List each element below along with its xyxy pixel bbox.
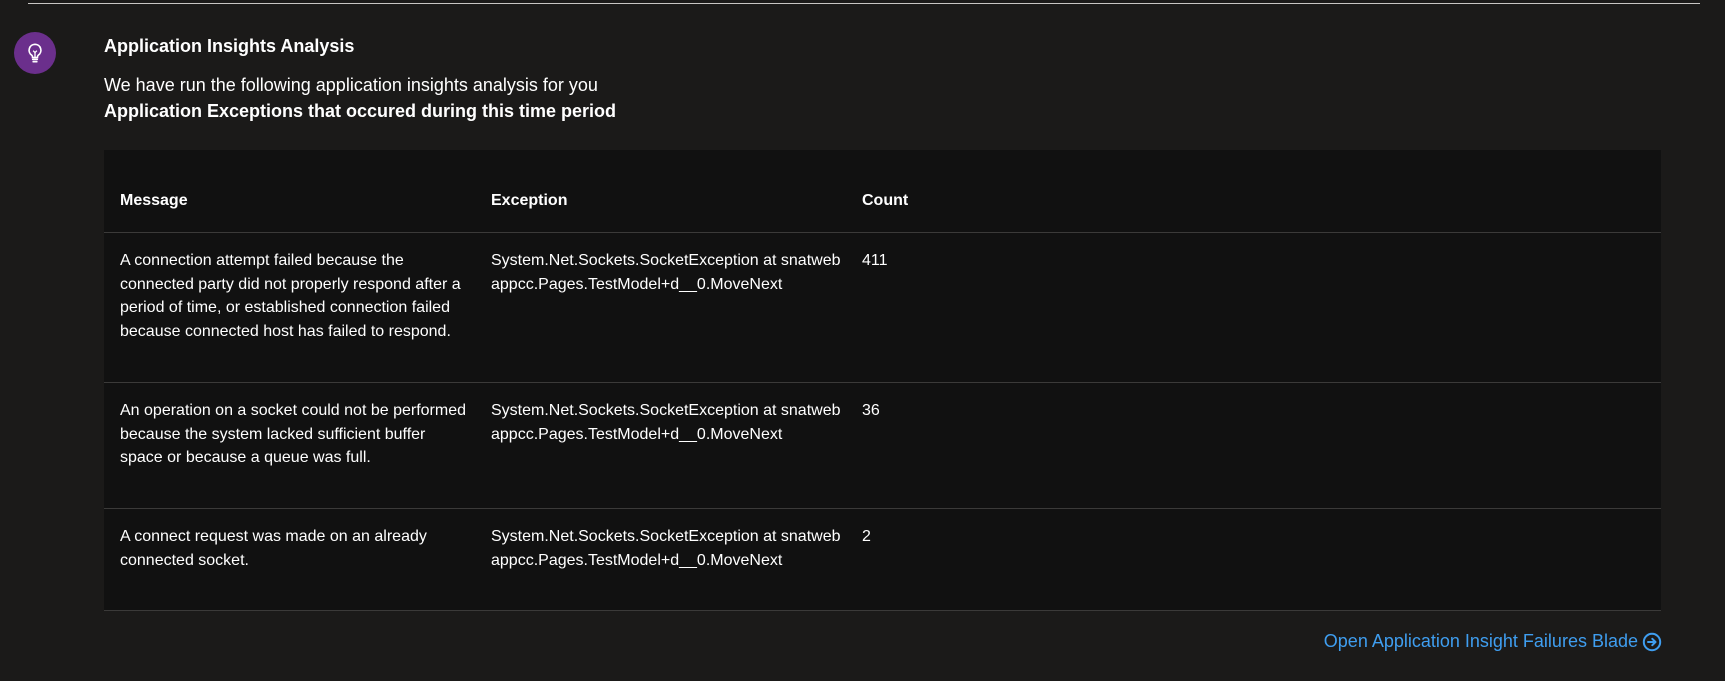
table-row: An operation on a socket could not be pe… bbox=[104, 383, 1661, 509]
column-header-count: Count bbox=[862, 192, 909, 209]
table-row: A connection attempt failed because the … bbox=[104, 233, 1661, 383]
open-failures-blade-link[interactable]: Open Application Insight Failures Blade bbox=[1324, 631, 1662, 652]
exception-cell: System.Net.Sockets.SocketException at sn… bbox=[491, 252, 841, 293]
table-header: Message Exception Count bbox=[104, 150, 1661, 233]
lightbulb-icon bbox=[14, 32, 56, 74]
table-row: A connect request was made on an already… bbox=[104, 509, 1661, 611]
exception-cell: System.Net.Sockets.SocketException at sn… bbox=[491, 402, 841, 443]
message-cell: An operation on a socket could not be pe… bbox=[120, 402, 466, 466]
count-cell: 411 bbox=[862, 252, 888, 269]
exceptions-table: Message Exception Count A connection att… bbox=[104, 150, 1661, 611]
message-cell: A connect request was made on an already… bbox=[120, 528, 427, 569]
exception-cell: System.Net.Sockets.SocketException at sn… bbox=[491, 528, 841, 569]
arrow-circle-right-icon bbox=[1642, 632, 1662, 652]
column-header-exception: Exception bbox=[491, 192, 568, 209]
exceptions-subtitle: Application Exceptions that occured duri… bbox=[104, 101, 617, 121]
section-title: Application Insights Analysis bbox=[104, 36, 355, 56]
column-header-message: Message bbox=[120, 192, 188, 209]
message-cell: A connection attempt failed because the … bbox=[120, 252, 461, 340]
count-cell: 2 bbox=[862, 528, 871, 545]
analysis-description: We have run the following application in… bbox=[104, 75, 598, 95]
open-failures-blade-label: Open Application Insight Failures Blade bbox=[1323, 631, 1638, 651]
top-divider bbox=[28, 3, 1700, 4]
count-cell: 36 bbox=[862, 402, 880, 419]
